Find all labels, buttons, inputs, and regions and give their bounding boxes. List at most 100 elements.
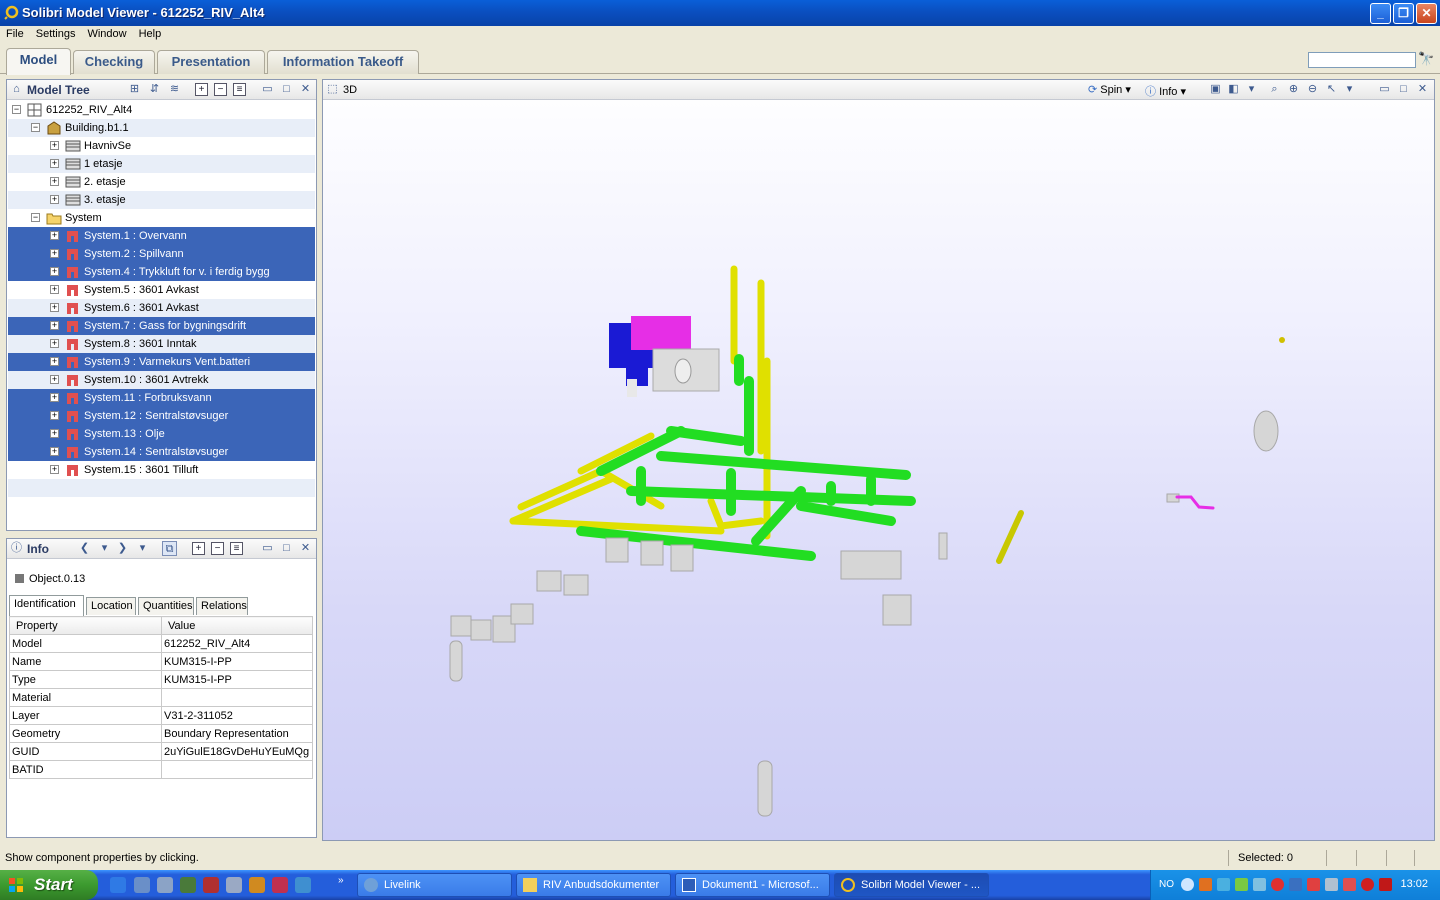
quicklaunch-more-icon[interactable]: » bbox=[338, 875, 344, 886]
info-mode-button[interactable]: ⓘ Info ▾ bbox=[1145, 83, 1186, 99]
tree-layout-icon[interactable]: ⊞ bbox=[127, 82, 142, 97]
tab-location[interactable]: Location bbox=[86, 597, 136, 615]
3d-view-panel[interactable]: ⬚ 3D ⟳ Spin ▾ ⓘ Info ▾ ▣ ◧ ▾ ⌕ ⊕ ⊖ ↖ ▾ ▭… bbox=[322, 79, 1435, 841]
maximize-panel-icon[interactable]: □ bbox=[279, 82, 294, 97]
table-row[interactable]: BATID bbox=[9, 760, 313, 779]
isolated-pipes[interactable] bbox=[996, 337, 1285, 564]
app-icon[interactable] bbox=[180, 877, 196, 893]
tab-presentation[interactable]: Presentation bbox=[157, 50, 265, 74]
expand-toggle[interactable]: + bbox=[50, 177, 59, 186]
app-icon[interactable] bbox=[272, 877, 288, 893]
tray-app-icon[interactable] bbox=[1361, 878, 1374, 891]
zoom-fit-icon[interactable]: ⌕ bbox=[1267, 82, 1282, 97]
tool-dropdown-icon[interactable]: ▾ bbox=[1342, 82, 1357, 97]
zoom-out-icon[interactable]: ⊖ bbox=[1305, 82, 1320, 97]
sync-selection-icon[interactable]: ⧉ bbox=[162, 541, 177, 556]
start-button[interactable]: Start bbox=[0, 870, 98, 900]
tree-filter-icon[interactable]: ⇵ bbox=[147, 82, 162, 97]
tree-item-system[interactable]: + System.11 : Forbruksvann bbox=[8, 389, 315, 407]
tree-item-system[interactable]: + System.2 : Spillvann bbox=[8, 245, 315, 263]
back-arrow-icon[interactable]: ❮ bbox=[77, 541, 92, 556]
tab-quantities[interactable]: Quantities bbox=[138, 597, 194, 615]
expand-toggle[interactable]: + bbox=[50, 285, 59, 294]
tree-item-system[interactable]: + System.15 : 3601 Tilluft bbox=[8, 461, 315, 479]
expand-toggle[interactable]: + bbox=[50, 465, 59, 474]
tray-network-icon[interactable] bbox=[1217, 878, 1230, 891]
tray-app-icon[interactable] bbox=[1199, 878, 1212, 891]
tree-item-model[interactable]: − 612252_RIV_Alt4 bbox=[8, 101, 315, 119]
box-view-icon[interactable]: ▣ bbox=[1208, 82, 1223, 97]
table-row[interactable]: Layer V31-2-311052 bbox=[9, 706, 313, 725]
app-icon[interactable] bbox=[295, 877, 311, 893]
close-button[interactable]: ✕ bbox=[1416, 3, 1437, 24]
maximize-panel-icon[interactable]: □ bbox=[1396, 82, 1411, 97]
expand-toggle[interactable]: + bbox=[50, 357, 59, 366]
tree-item-system[interactable]: + System.9 : Varmekurs Vent.batteri bbox=[8, 353, 315, 371]
tray-arrow-icon[interactable] bbox=[1181, 878, 1194, 891]
expand-toggle[interactable]: + bbox=[50, 195, 59, 204]
collapse-all-icon[interactable]: − bbox=[214, 83, 227, 96]
minimize-panel-icon[interactable]: ▭ bbox=[1377, 82, 1392, 97]
back-dropdown-icon[interactable]: ▾ bbox=[97, 541, 112, 556]
expand-toggle[interactable]: + bbox=[50, 141, 59, 150]
minimize-panel-icon[interactable]: ▭ bbox=[260, 82, 275, 97]
taskbar-button-riv[interactable]: RIV Anbudsdokumenter bbox=[516, 873, 671, 897]
calc-icon[interactable] bbox=[226, 877, 242, 893]
3d-model-canvas[interactable] bbox=[323, 101, 1434, 840]
expand-all-icon[interactable]: + bbox=[195, 83, 208, 96]
collapse-toggle[interactable]: − bbox=[31, 213, 40, 222]
tree-item-system[interactable]: + System.7 : Gass for bygningsdrift bbox=[8, 317, 315, 335]
tree-levels-icon[interactable]: ≋ bbox=[167, 82, 182, 97]
collapse-toggle[interactable]: − bbox=[12, 105, 21, 114]
list-view-icon[interactable]: ≡ bbox=[230, 542, 243, 555]
expand-toggle[interactable]: + bbox=[50, 447, 59, 456]
maximize-panel-icon[interactable]: □ bbox=[279, 541, 294, 556]
expand-toggle[interactable]: + bbox=[50, 321, 59, 330]
ie-icon[interactable] bbox=[110, 877, 126, 893]
close-panel-icon[interactable]: ✕ bbox=[1415, 82, 1430, 97]
expand-toggle[interactable]: + bbox=[50, 411, 59, 420]
expand-toggle[interactable]: + bbox=[50, 249, 59, 258]
tab-checking[interactable]: Checking bbox=[73, 50, 155, 74]
collapse-toggle[interactable]: − bbox=[31, 123, 40, 132]
taskbar-button-livelink[interactable]: Livelink bbox=[357, 873, 512, 897]
column-header-value[interactable]: Value bbox=[161, 616, 313, 635]
tray-app-icon[interactable] bbox=[1289, 878, 1302, 891]
menu-file[interactable]: File bbox=[0, 26, 30, 40]
expand-toggle[interactable]: + bbox=[50, 231, 59, 240]
tree-item-system[interactable]: + System.13 : Olje bbox=[8, 425, 315, 443]
minimize-button[interactable]: _ bbox=[1370, 3, 1391, 24]
table-row[interactable]: Geometry Boundary Representation bbox=[9, 724, 313, 743]
expand-toggle[interactable]: + bbox=[50, 339, 59, 348]
tab-identification[interactable]: Identification bbox=[9, 595, 84, 616]
expand-toggle[interactable]: + bbox=[50, 375, 59, 384]
table-row[interactable]: Material bbox=[9, 688, 313, 707]
close-panel-icon[interactable]: ✕ bbox=[298, 541, 313, 556]
table-row[interactable]: GUID 2uYiGulE18GvDeHuYEuMQg bbox=[9, 742, 313, 761]
restore-button[interactable]: ❐ bbox=[1393, 3, 1414, 24]
list-view-icon[interactable]: ≡ bbox=[233, 83, 246, 96]
tray-app-icon[interactable] bbox=[1271, 878, 1284, 891]
expand-toggle[interactable]: + bbox=[50, 429, 59, 438]
forward-dropdown-icon[interactable]: ▾ bbox=[135, 541, 150, 556]
tray-app-icon[interactable] bbox=[1343, 878, 1356, 891]
table-row[interactable]: Model 612252_RIV_Alt4 bbox=[9, 634, 313, 653]
expand-toggle[interactable]: + bbox=[50, 393, 59, 402]
menu-help[interactable]: Help bbox=[133, 26, 168, 40]
tree-item-system[interactable]: + System.12 : Sentralstøvsuger bbox=[8, 407, 315, 425]
close-panel-icon[interactable]: ✕ bbox=[298, 82, 313, 97]
menu-window[interactable]: Window bbox=[81, 26, 132, 40]
taskbar-button-solibri[interactable]: Solibri Model Viewer - ... bbox=[834, 873, 989, 897]
collapse-all-icon[interactable]: − bbox=[211, 542, 224, 555]
spin-mode-button[interactable]: ⟳ Spin ▾ bbox=[1088, 83, 1131, 96]
ventilation-unit[interactable] bbox=[609, 316, 720, 397]
transparency-icon[interactable]: ◧ bbox=[1226, 82, 1241, 97]
taskbar-button-word[interactable]: Dokument1 - Microsof... bbox=[675, 873, 830, 897]
tree-item-system[interactable]: + System.10 : 3601 Avtrekk bbox=[8, 371, 315, 389]
language-indicator[interactable]: NO bbox=[1159, 879, 1174, 890]
desktop-icon[interactable] bbox=[134, 877, 150, 893]
menu-settings[interactable]: Settings bbox=[30, 26, 82, 40]
tree-item-system[interactable]: + System.4 : Trykkluft for v. i ferdig b… bbox=[8, 263, 315, 281]
tree-item-building[interactable]: − Building.b1.1 bbox=[8, 119, 315, 137]
expand-toggle[interactable]: + bbox=[50, 267, 59, 276]
